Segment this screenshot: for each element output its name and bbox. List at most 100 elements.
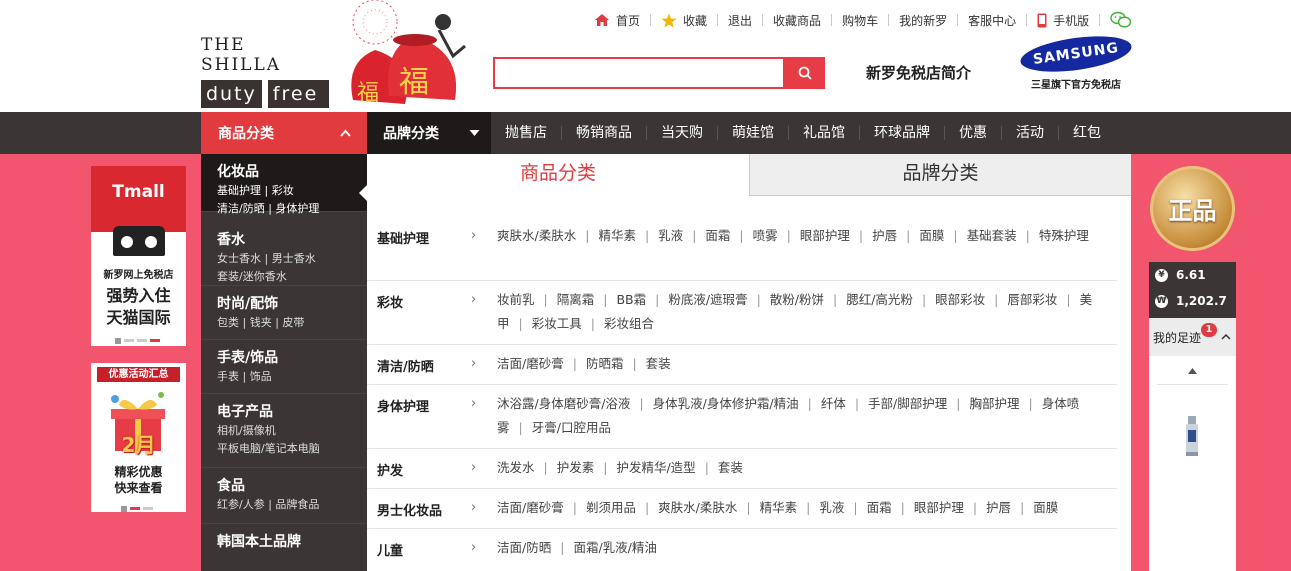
category-item-link[interactable]: 腮红/高光粉 [846,292,913,307]
sidebar-group-title: 香水 [217,232,245,248]
category-item-link[interactable]: 洁面/磨砂膏 [497,356,564,371]
category-item-link[interactable]: 面膜 [919,228,944,243]
my-footprint-toggle[interactable]: 我的足迹 1 [1149,318,1236,356]
category-item-link[interactable]: 洗发水 [497,460,535,475]
sidebar-group-watches[interactable]: 手表/饰品 手表 | 饰品 [201,340,367,394]
sidebar-group-subs[interactable]: 红参/人参 | 品牌食品 [217,496,367,514]
top-link-customer-service[interactable]: 客服中心 [957,14,1026,28]
nav-link-events[interactable]: 活动 [1001,126,1058,140]
category-item-link[interactable]: 套装 [646,356,671,371]
row-label[interactable]: 男士化妆品 [377,500,442,519]
top-link-home[interactable]: 首页 [594,14,650,28]
category-item-link[interactable]: 基础套装 [967,228,1017,243]
category-item-link[interactable]: 精华素 [760,500,798,515]
category-item-link[interactable]: 特殊护理 [1039,228,1089,243]
sidebar-group-subs[interactable]: 女士香水 | 男士香水 [217,250,367,268]
promo-banner[interactable]: 优惠活动汇总 2月 精彩优惠 快来查看 [91,363,186,512]
category-item-link[interactable]: 面膜 [1033,500,1058,515]
category-item-link[interactable]: 洁面/磨砂膏 [497,500,564,515]
category-item-link[interactable]: 牙膏/口腔用品 [532,420,611,435]
scroll-up-arrow-icon[interactable] [1188,368,1197,374]
samsung-logo[interactable]: SAMSUNG 三星旗下官方免税店 [1018,30,1134,94]
top-link-cart[interactable]: 购物车 [831,14,888,28]
sidebar-group-korean-brands[interactable]: 韩国本土品牌 [201,524,367,558]
sidebar-group-subs[interactable]: 手表 | 饰品 [217,368,367,386]
nav-category-toggle[interactable]: 商品分类 [201,112,367,154]
category-item-link[interactable]: BB霜 [616,292,646,307]
nav-link-gifts[interactable]: 礼品馆 [788,126,859,140]
category-item-link[interactable]: 护唇 [872,228,897,243]
sidebar-group-perfume[interactable]: 香水 女士香水 | 男士香水 套装/迷你香水 [201,212,367,286]
sidebar-group-subs[interactable]: 包类 | 钱夹 | 皮带 [217,314,367,332]
category-item-link[interactable]: 护发精华/造型 [616,460,695,475]
category-item-link[interactable]: 彩妆工具 [532,316,582,331]
row-label[interactable]: 彩妆 [377,292,403,311]
nav-link-clearance[interactable]: 抛售店 [491,126,561,140]
nav-link-same-day[interactable]: 当天购 [646,126,717,140]
nav-link-bestsellers[interactable]: 畅销商品 [561,126,646,140]
sidebar-group-subs[interactable]: 基础护理 | 彩妆 [217,182,367,200]
category-item-link[interactable]: 粉底液/遮瑕膏 [668,292,747,307]
row-label[interactable]: 身体护理 [377,396,429,415]
category-item-link[interactable]: 沐浴露/身体磨砂膏/浴液 [497,396,630,411]
category-item-link[interactable]: 纤体 [821,396,846,411]
sidebar-group-cosmetics[interactable]: 化妆品 基础护理 | 彩妆 清洁/防晒 | 身体护理 [201,154,367,215]
top-link-saved-items[interactable]: 收藏商品 [762,14,831,28]
category-item-link[interactable]: 防晒霜 [586,356,624,371]
category-item-link[interactable]: 眼部彩妆 [935,292,985,307]
sidebar-group-subs[interactable]: 平板电脑/笔记本电脑 [217,440,367,458]
category-item-link[interactable]: 面霜/乳液/精油 [573,540,656,555]
category-item-link[interactable]: 乳液 [658,228,683,243]
row-label[interactable]: 护发 [377,460,403,479]
shilla-intro-link[interactable]: 新罗免税店简介 [866,62,971,83]
product-thumbnail[interactable] [1183,416,1201,458]
category-item-link[interactable]: 精华素 [598,228,636,243]
top-link-wechat[interactable] [1099,11,1142,28]
category-item-link[interactable]: 乳液 [819,500,844,515]
nav-link-kids[interactable]: 萌娃馆 [717,126,788,140]
sidebar-group-subs[interactable]: 套装/迷你香水 [217,268,367,286]
shilla-logo[interactable]: THE SHILLA duty free [201,35,329,108]
category-item-link[interactable]: 眼部护理 [800,228,850,243]
tab-product-category[interactable]: 商品分类 [367,154,749,196]
category-item-link[interactable]: 身体乳液/身体修护霜/精油 [653,396,799,411]
row-label[interactable]: 儿童 [377,540,403,559]
sidebar-group-fashion[interactable]: 时尚/配饰 包类 | 钱夹 | 皮带 [201,286,367,340]
row-label[interactable]: 清洁/防晒 [377,356,434,375]
sidebar-group-electronics[interactable]: 电子产品 相机/摄像机 平板电脑/笔记本电脑 [201,394,367,468]
search-input[interactable] [495,59,783,87]
authentic-badge: 正品 [1150,166,1235,251]
category-item-link[interactable]: 护唇 [986,500,1011,515]
top-link-my-shilla[interactable]: 我的新罗 [888,14,957,28]
row-label[interactable]: 基础护理 [377,228,429,247]
nav-link-deals[interactable]: 优惠 [944,126,1001,140]
top-link-mobile[interactable]: 手机版 [1026,13,1099,28]
category-item-link[interactable]: 剃须用品 [586,500,636,515]
category-item-link[interactable]: 套装 [718,460,743,475]
tab-brand-category[interactable]: 品牌分类 [749,154,1131,196]
category-item-link[interactable]: 护发素 [557,460,595,475]
category-item-link[interactable]: 眼部护理 [914,500,964,515]
category-item-link[interactable]: 面霜 [705,228,730,243]
category-item-link[interactable]: 唇部彩妆 [1007,292,1057,307]
sidebar-group-food[interactable]: 食品 红参/人参 | 品牌食品 [201,468,367,524]
category-item-link[interactable]: 手部/脚部护理 [868,396,947,411]
nav-link-red-envelope[interactable]: 红包 [1058,126,1115,140]
category-item-link[interactable]: 洁面/防晒 [497,540,551,555]
search-button[interactable] [785,57,825,89]
category-item-link[interactable]: 妆前乳 [497,292,535,307]
category-item-link[interactable]: 爽肤水/柔肤水 [658,500,737,515]
top-link-favorite[interactable]: 收藏 [650,13,717,28]
category-item-link[interactable]: 爽肤水/柔肤水 [497,228,576,243]
category-item-link[interactable]: 面霜 [867,500,892,515]
category-item-link[interactable]: 散粉/粉饼 [770,292,824,307]
category-item-link[interactable]: 胸部护理 [969,396,1019,411]
top-link-logout[interactable]: 退出 [717,14,762,28]
nav-link-global-brands[interactable]: 环球品牌 [859,126,944,140]
category-item-link[interactable]: 喷雾 [753,228,778,243]
sidebar-group-subs[interactable]: 相机/摄像机 [217,422,367,440]
category-item-link[interactable]: 隔离霜 [557,292,595,307]
nav-brand-toggle[interactable]: 品牌分类 [367,112,491,154]
tmall-banner[interactable]: Tmall 新罗网上免税店 强势入住 天猫国际 [91,166,186,346]
category-item-link[interactable]: 彩妆组合 [604,316,654,331]
